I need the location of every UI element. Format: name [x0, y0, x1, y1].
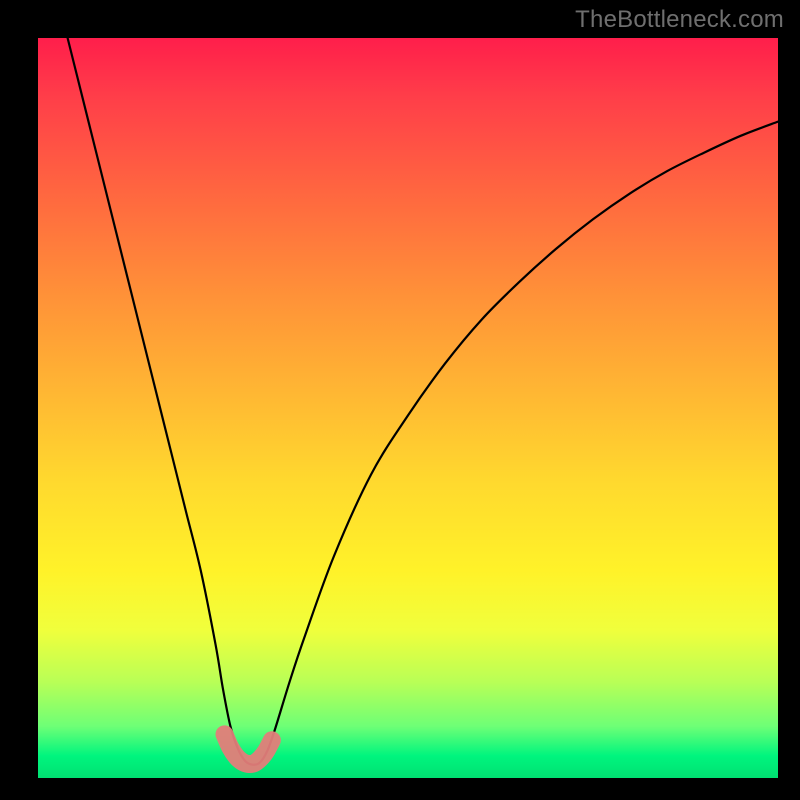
chart-frame: TheBottleneck.com: [0, 0, 800, 800]
curve-layer: [38, 38, 778, 778]
watermark-text: TheBottleneck.com: [575, 6, 784, 34]
bottleneck-curve: [68, 38, 778, 765]
bottleneck-marker-region: [224, 734, 271, 764]
plot-area: [38, 38, 778, 778]
